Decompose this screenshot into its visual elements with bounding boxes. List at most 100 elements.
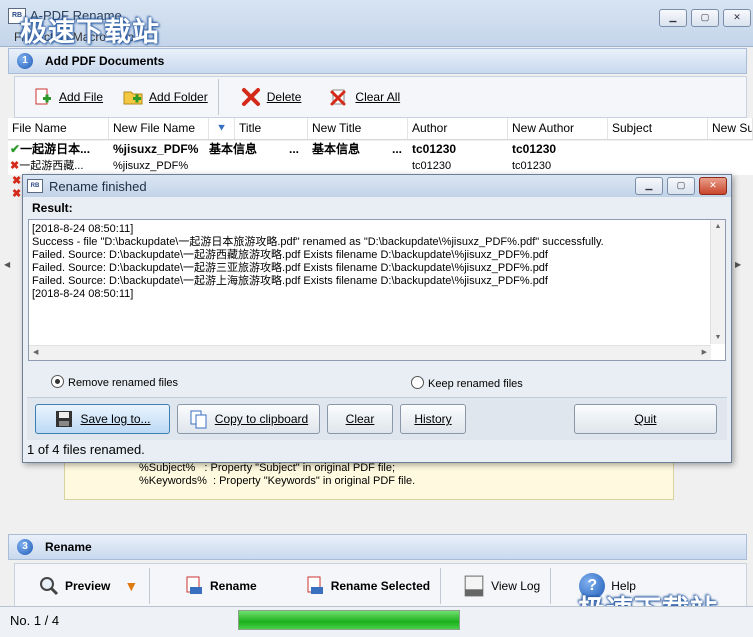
add-file-icon <box>35 88 51 105</box>
radio-selected-icon[interactable] <box>51 375 64 388</box>
scroll-right-icon[interactable]: ▶ <box>735 260 749 270</box>
column-new-subject[interactable]: New Su <box>708 118 753 139</box>
cell-new-title: 基本信息 <box>312 142 361 156</box>
view-log-button[interactable]: View Log <box>441 566 550 606</box>
step-add-documents: 1 Add PDF Documents <box>8 48 747 74</box>
window-controls: ▁ ▢ ✕ <box>659 9 751 27</box>
dialog-window-controls: ▁ ▢ ✕ <box>635 177 727 195</box>
history-label: History <box>414 412 452 426</box>
radio-unselected-icon[interactable] <box>411 376 424 389</box>
help-line-keywords: %Keywords% : Property "Keywords" in orig… <box>139 475 416 487</box>
add-folder-icon <box>123 91 143 105</box>
rename-selected-label: Rename Selected <box>330 578 431 593</box>
result-log[interactable]: [2018-8-24 08:50:11] Success - file "D:\… <box>28 219 726 361</box>
magnifier-icon <box>40 576 59 595</box>
rename-selected-icon <box>307 576 323 594</box>
column-new-title[interactable]: New Title <box>308 118 408 139</box>
dialog-status: 1 of 4 files renamed. <box>27 442 145 457</box>
error-x-icon: ✖ <box>10 160 20 172</box>
scroll-up-icon[interactable]: ▲ <box>711 223 725 230</box>
dialog-close-button[interactable]: ✕ <box>699 177 727 195</box>
column-author[interactable]: Author <box>408 118 508 139</box>
minimize-button[interactable]: ▁ <box>659 9 687 27</box>
chevron-down-icon[interactable]: ▼ <box>124 578 138 594</box>
cell-title-more: ... <box>289 142 300 156</box>
column-file-name[interactable]: File Name <box>8 118 109 139</box>
keep-renamed-option[interactable]: Keep renamed files <box>411 376 523 390</box>
cell-new-title-more: ... <box>392 142 403 156</box>
add-folder-label: Add Folder <box>149 90 208 104</box>
log-line: Success - file "D:\backupdate\一起游日本旅游攻略.… <box>32 236 604 248</box>
step-label: Rename <box>45 540 92 554</box>
column-new-file-name[interactable]: New File Name <box>109 118 209 139</box>
save-log-label: Save log to... <box>80 412 151 426</box>
copy-icon <box>190 410 207 429</box>
copy-clipboard-button[interactable]: Copy to clipboard <box>177 404 320 434</box>
table-row[interactable]: ✔一起游日本... %jisuxz_PDF% 基本信息 ... 基本信息 ...… <box>8 141 753 158</box>
column-title[interactable]: Title <box>235 118 308 139</box>
dialog-app-icon: RB <box>27 179 43 193</box>
sort-icon[interactable]: ⯆ <box>209 118 235 139</box>
delete-label: Delete <box>266 90 302 104</box>
cell-author: tc01230 <box>412 142 457 156</box>
clear-button[interactable]: Clear <box>327 404 393 434</box>
rename-icon <box>186 576 202 594</box>
scroll-right-icon[interactable]: ▶ <box>702 348 707 356</box>
watermark-top: 极速下载站 <box>20 17 160 48</box>
dialog-minimize-button[interactable]: ▁ <box>635 177 663 195</box>
save-log-button[interactable]: Save log to... <box>35 404 170 434</box>
add-file-label: Add File <box>59 90 104 104</box>
delete-button[interactable]: Delete <box>219 77 312 117</box>
clear-all-icon <box>330 89 346 106</box>
horizontal-scrollbar[interactable]: ◀ ▶ <box>29 345 711 360</box>
log-line: Failed. Source: D:\backupdate\一起游上海旅游攻略.… <box>32 275 548 287</box>
preview-label: Preview <box>65 578 111 593</box>
add-file-button[interactable]: Add File <box>15 77 113 117</box>
scroll-down-icon[interactable]: ▼ <box>711 334 725 341</box>
result-label: Result: <box>32 201 73 215</box>
help-line-subject: %Subject% : Property "Subject" in origin… <box>139 462 396 474</box>
dialog-maximize-button[interactable]: ▢ <box>667 177 695 195</box>
preview-button[interactable]: Preview ▼ <box>15 566 149 606</box>
add-folder-button[interactable]: Add Folder <box>113 77 218 117</box>
remove-renamed-option[interactable]: Remove renamed files <box>51 375 178 389</box>
remove-renamed-label: Remove renamed files <box>68 377 179 389</box>
delete-icon <box>241 88 260 106</box>
log-lines: [2018-8-24 08:50:11] Success - file "D:\… <box>32 223 709 301</box>
documents-toolbar: Add File Add Folder Delete Clear All <box>14 76 747 118</box>
quit-label: Quit <box>634 412 657 426</box>
maximize-button[interactable]: ▢ <box>691 9 719 27</box>
close-button[interactable]: ✕ <box>723 9 751 27</box>
rename-label: Rename <box>210 578 257 593</box>
vertical-scrollbar[interactable]: ▲ ▼ <box>710 220 725 344</box>
column-subject[interactable]: Subject <box>608 118 708 139</box>
log-line: [2018-8-24 08:50:11] <box>32 223 134 235</box>
keep-renamed-label: Keep renamed files <box>428 378 523 390</box>
view-log-label: View Log <box>491 578 541 593</box>
dialog-title: Rename finished <box>49 178 147 194</box>
copy-clipboard-label: Copy to clipboard <box>214 412 309 426</box>
scroll-left-icon[interactable]: ◀ <box>33 348 38 356</box>
history-button[interactable]: History <box>400 404 466 434</box>
quit-button[interactable]: Quit <box>574 404 717 434</box>
progress-bar <box>238 610 460 630</box>
rename-finished-dialog: RB Rename finished ▁ ▢ ✕ Result: [2018-8… <box>22 174 732 463</box>
cell-author: tc01230 <box>412 160 452 172</box>
cell-file-name: 一起游日本... <box>20 142 91 156</box>
clear-all-label: Clear All <box>355 90 401 104</box>
file-table-header: File Name New File Name ⯆ Title New Titl… <box>8 118 753 140</box>
log-line: Failed. Source: D:\backupdate\一起游西藏旅游攻略.… <box>32 249 548 261</box>
success-check-icon: ✔ <box>10 142 21 156</box>
floppy-disk-icon <box>56 411 73 427</box>
step-number: 3 <box>17 539 33 555</box>
table-row[interactable]: ✖一起游西藏... %jisuxz_PDF% tc01230 tc01230 <box>8 158 753 175</box>
clear-all-button[interactable]: Clear All <box>311 77 410 117</box>
error-x-icon: ✖ ✖ <box>12 175 22 200</box>
log-line: Failed. Source: D:\backupdate\一起游三亚旅游攻略.… <box>32 262 548 274</box>
scroll-left-icon[interactable]: ◀ <box>4 260 18 270</box>
step-rename: 3 Rename <box>8 534 747 560</box>
rename-button[interactable]: Rename <box>150 566 267 606</box>
cell-title: 基本信息 <box>209 142 258 156</box>
column-new-author[interactable]: New Author <box>508 118 608 139</box>
rename-selected-button[interactable]: Rename Selected <box>267 566 440 606</box>
